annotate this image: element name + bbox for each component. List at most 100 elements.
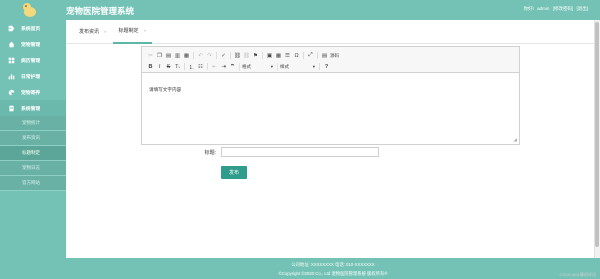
sidebar-item-label: 宠物寄养: [21, 90, 41, 96]
toolbar-divider: [303, 52, 304, 59]
publish-button[interactable]: 发布: [221, 166, 247, 179]
toolbar-divider: [184, 63, 185, 70]
submenu-item-pet-log[interactable]: 宠物日志: [0, 161, 66, 176]
paste-text-icon[interactable]: ▥: [173, 51, 182, 60]
format-select[interactable]: 格式 ▾: [239, 62, 275, 71]
bars-icon: [8, 73, 15, 79]
system-submenu: 宠物统计 发布资讯 标题制定 宠物日志 官方网站: [0, 116, 66, 191]
tab-label: 发布资讯: [79, 29, 100, 35]
rich-text-editor: ✂ ❐ ▤ ▥ ▦ ↶ ↷ ✓ ⛓ ⛓ ⚑ ▣ ▦ ☰ Ω ⤢ ▤ 源码 B I…: [141, 46, 520, 145]
fan-icon: [8, 89, 15, 95]
main-content: ✂ ❐ ▤ ▥ ▦ ↶ ↷ ✓ ⛓ ⛓ ⚑ ▣ ▦ ☰ Ω ⤢ ▤ 源码 B I…: [66, 44, 600, 258]
paste-icon[interactable]: ▤: [164, 51, 173, 60]
unlink-icon[interactable]: ⛓: [242, 51, 251, 60]
title-label: 标题:: [204, 149, 216, 156]
sidebar-item-boarding[interactable]: 宠物寄养: [0, 84, 66, 100]
editor-content[interactable]: 请填写文字内容: [149, 87, 181, 93]
tab-bar: 发布资讯 » 标题制定 »: [66, 20, 600, 44]
scrollbar-thumb[interactable]: [595, 22, 599, 247]
italic-button[interactable]: I: [155, 62, 164, 71]
logout-link[interactable]: [退出]: [576, 6, 588, 11]
image-icon[interactable]: ▣: [265, 51, 274, 60]
copy-icon[interactable]: ❐: [155, 51, 164, 60]
submenu-item-publish-news[interactable]: 发布资讯: [0, 131, 66, 146]
tab-label: 标题制定: [118, 28, 139, 34]
editor-toolbar: ✂ ❐ ▤ ▥ ▦ ↶ ↷ ✓ ⛓ ⛓ ⚑ ▣ ▦ ☰ Ω ⤢ ▤ 源码 B I…: [142, 47, 519, 73]
sidebar: 系统首页 宠物管理 病历管理 日常护理 宠物寄养 系统管理 宠物统计 发布资讯 …: [0, 20, 66, 279]
sidebar-item-home[interactable]: 系统首页: [0, 20, 66, 36]
sidebar-item-records[interactable]: 病历管理: [0, 52, 66, 68]
title-field-row: 标题:: [192, 147, 379, 157]
toolbar-divider: [262, 52, 263, 59]
title-input[interactable]: [221, 147, 379, 157]
toolbar-row-2: B I S Tx ⒈ ☷ ⇤ ⇥ ❞ 格式 ▾ 样式 ▾ ?: [146, 61, 515, 72]
style-select-value: 样式: [280, 63, 289, 69]
source-button-label[interactable]: 源码: [330, 53, 339, 59]
tab-publish-news[interactable]: 发布资讯 »: [73, 20, 113, 44]
outdent-icon[interactable]: ⇤: [210, 62, 219, 71]
toolbar-divider: [207, 63, 208, 70]
spellcheck-icon[interactable]: ✓: [219, 51, 228, 60]
sidebar-item-care[interactable]: 日常护理: [0, 68, 66, 84]
house-icon: [8, 41, 15, 47]
bullet-list-icon[interactable]: ☷: [196, 62, 205, 71]
numbered-list-icon[interactable]: ⒈: [187, 62, 196, 71]
cut-icon[interactable]: ✂: [146, 51, 155, 60]
change-password-link[interactable]: [修改密码]: [553, 6, 574, 11]
chevron-down-icon: ▾: [312, 63, 315, 69]
document-icon: [9, 105, 14, 111]
maximize-icon[interactable]: ⤢: [306, 51, 315, 60]
indent-icon[interactable]: ⇥: [219, 62, 228, 71]
toolbar-row-1: ✂ ❐ ▤ ▥ ▦ ↶ ↷ ✓ ⛓ ⛓ ⚑ ▣ ▦ ☰ Ω ⤢ ▤ 源码: [146, 50, 515, 61]
toolbar-divider: [216, 52, 217, 59]
chevron-down-icon: ▾: [270, 63, 273, 69]
header-user-links: 你好! admin [修改密码] [退出]: [522, 6, 588, 12]
toolbar-divider: [230, 52, 231, 59]
link-icon[interactable]: ⛓: [233, 51, 242, 60]
sidebar-item-label: 日常护理: [21, 74, 41, 80]
format-select-value: 格式: [242, 63, 251, 69]
sidebar-item-system[interactable]: 系统管理: [0, 100, 66, 116]
clear-format-icon[interactable]: Tx: [173, 62, 182, 71]
table-icon[interactable]: ▦: [274, 51, 283, 60]
toolbar-divider: [193, 52, 194, 59]
sidebar-item-label: 宠物管理: [21, 42, 41, 48]
blockquote-icon[interactable]: ❞: [228, 62, 237, 71]
top-header: 宠物医院管理系统 你好! admin [修改密码] [退出]: [0, 0, 600, 20]
submenu-item-pet-stats[interactable]: 宠物统计: [0, 116, 66, 131]
special-char-icon[interactable]: Ω: [292, 51, 301, 60]
sidebar-item-label: 系统管理: [21, 106, 41, 112]
bold-button[interactable]: B: [146, 62, 155, 71]
chevron-right-icon: »: [104, 29, 107, 34]
app-title: 宠物医院管理系统: [66, 7, 135, 17]
submenu-item-official-site[interactable]: 官方网站: [0, 176, 66, 191]
username: admin: [537, 6, 550, 11]
sidebar-item-label: 病历管理: [21, 58, 41, 64]
anchor-flag-icon[interactable]: ⚑: [251, 51, 260, 60]
toolbar-divider: [317, 52, 318, 59]
help-button[interactable]: ?: [322, 62, 331, 71]
footer-copyright: ©Copyright ©2020 Co., Ltd 宠物医院管理系统 版权所有®: [278, 271, 388, 276]
footer-contact: 公司地址: XXXXXXXX 电话: 010-XXXXXXX: [291, 262, 375, 267]
sidebar-item-label: 系统首页: [21, 26, 41, 32]
page-scrollbar[interactable]: [594, 20, 600, 258]
submenu-item-title-setting[interactable]: 标题制定: [0, 146, 66, 161]
tab-title-setting[interactable]: 标题制定 »: [112, 20, 153, 44]
paste-word-icon[interactable]: ▦: [182, 51, 191, 60]
style-select[interactable]: 样式 ▾: [277, 62, 317, 71]
grid-icon: [8, 57, 15, 63]
source-icon[interactable]: ▤: [320, 51, 329, 60]
duck-logo-icon: [21, 3, 36, 17]
sidebar-item-pets[interactable]: 宠物管理: [0, 36, 66, 52]
redo-icon[interactable]: ↷: [205, 51, 214, 60]
horizontal-line-icon[interactable]: ☰: [283, 51, 292, 60]
chevron-right-icon: »: [143, 28, 147, 33]
toolbar-divider: [319, 63, 320, 70]
tag-icon: [8, 25, 15, 31]
strikethrough-button[interactable]: S: [164, 62, 173, 71]
page-footer: 公司地址: XXXXXXXX 电话: 010-XXXXXXX ©Copyrigh…: [66, 258, 600, 279]
watermark-text: CSDN @计算机毕设: [559, 272, 596, 277]
undo-icon[interactable]: ↶: [196, 51, 205, 60]
resize-handle-icon[interactable]: ◢: [514, 137, 517, 143]
welcome-text: 你好!: [523, 6, 534, 11]
